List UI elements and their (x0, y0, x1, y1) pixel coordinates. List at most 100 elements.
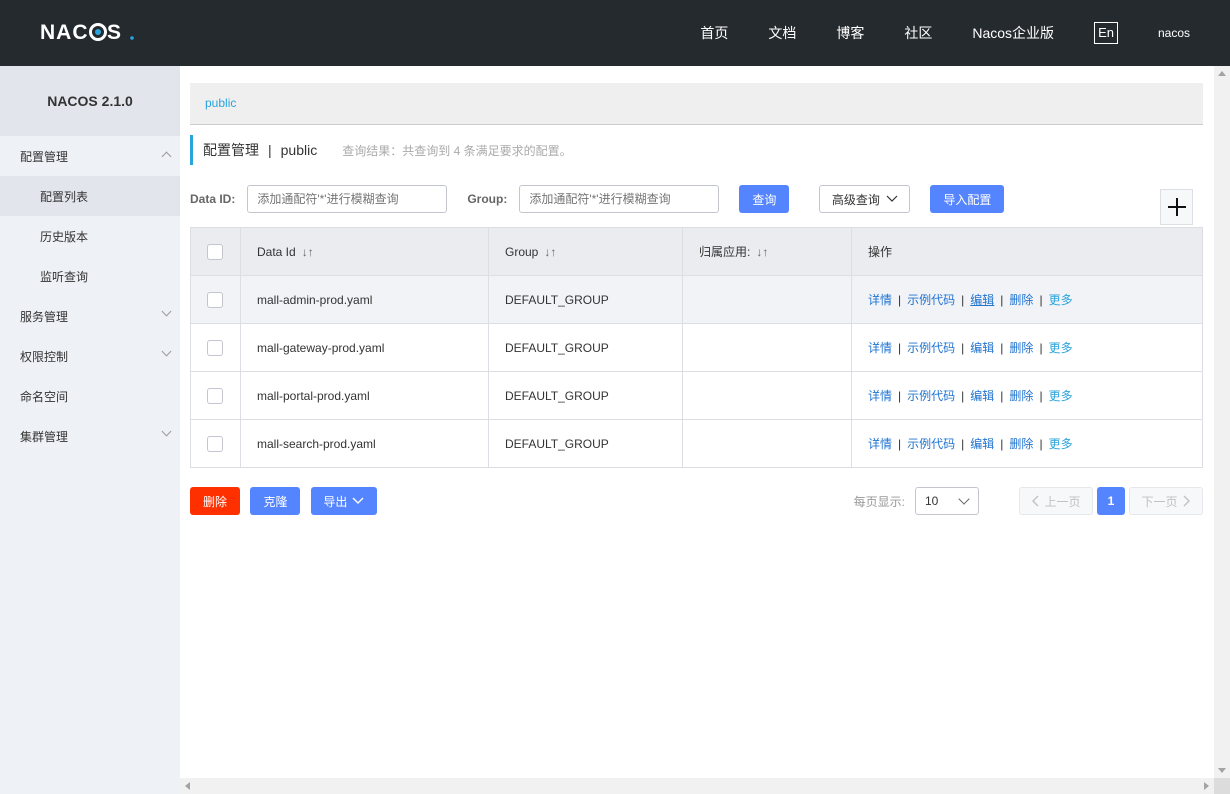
group-search-input[interactable] (519, 185, 720, 213)
ops-separator: | (1000, 341, 1004, 355)
delete-link[interactable]: 删除 (1009, 341, 1033, 355)
next-page-button[interactable]: 下一页 (1129, 487, 1203, 515)
delete-link[interactable]: 删除 (1009, 389, 1033, 403)
nacos-logo[interactable]: NAC S (40, 20, 136, 44)
detail-link[interactable]: 详情 (868, 389, 892, 403)
batch-delete-button[interactable]: 删除 (190, 487, 240, 515)
nav-docs[interactable]: 文档 (768, 23, 796, 43)
clone-button[interactable]: 克隆 (250, 487, 301, 515)
edit-link[interactable]: 编辑 (970, 341, 994, 355)
more-link[interactable]: 更多 (1049, 389, 1073, 403)
import-config-button[interactable]: 导入配置 (930, 185, 1005, 213)
delete-link[interactable]: 删除 (1009, 437, 1033, 451)
nav-community[interactable]: 社区 (904, 23, 932, 43)
chevron-right-icon (1183, 495, 1190, 507)
nav-blog[interactable]: 博客 (836, 23, 864, 43)
chevron-down-icon (161, 346, 172, 357)
row-checkbox[interactable] (207, 291, 223, 308)
language-switch-button[interactable]: En (1094, 22, 1118, 44)
edit-link[interactable]: 编辑 (970, 437, 994, 451)
cell-app (682, 323, 852, 372)
cell-ops: 详情 | 示例代码 | 编辑 | 删除 | 更多 (851, 371, 1203, 420)
row-select-cell (190, 371, 241, 420)
prev-page-label: 上一页 (1044, 494, 1081, 509)
delete-link[interactable]: 删除 (1009, 293, 1033, 307)
scroll-down-icon[interactable] (1218, 768, 1226, 773)
sidebar-item-label: 配置列表 (40, 189, 89, 204)
sample-code-link[interactable]: 示例代码 (907, 437, 955, 451)
detail-link[interactable]: 详情 (868, 293, 892, 307)
column-header-label: 归属应用: (699, 245, 751, 259)
sample-code-link[interactable]: 示例代码 (907, 293, 955, 307)
chevron-down-icon (352, 497, 364, 504)
column-header-group[interactable]: Group ↓↑ (488, 227, 683, 276)
more-link[interactable]: 更多 (1049, 437, 1073, 451)
horizontal-scrollbar[interactable] (180, 778, 1214, 794)
more-link[interactable]: 更多 (1049, 341, 1073, 355)
group-label: Group: (467, 192, 508, 206)
sidebar-item-service-management[interactable]: 服务管理 (0, 296, 180, 336)
sidebar-item-listener-query[interactable]: 监听查询 (0, 256, 180, 296)
nav-home[interactable]: 首页 (700, 23, 728, 43)
more-link[interactable]: 更多 (1049, 293, 1073, 307)
edit-link[interactable]: 编辑 (970, 293, 994, 307)
sample-code-link[interactable]: 示例代码 (907, 341, 955, 355)
ops-separator: | (1039, 293, 1043, 307)
sidebar-item-history[interactable]: 历史版本 (0, 216, 180, 256)
row-checkbox[interactable] (207, 387, 223, 404)
dataid-search-input[interactable] (247, 185, 448, 213)
sidebar-item-cluster-management[interactable]: 集群管理 (0, 416, 180, 456)
detail-link[interactable]: 详情 (868, 341, 892, 355)
sidebar-item-namespace[interactable]: 命名空间 (0, 376, 180, 416)
sample-code-link[interactable]: 示例代码 (907, 389, 955, 403)
edit-link[interactable]: 编辑 (970, 389, 994, 403)
scroll-up-icon[interactable] (1218, 71, 1226, 76)
sidebar-item-config-list[interactable]: 配置列表 (0, 176, 180, 216)
table-header-row: Data Id ↓↑ Group ↓↑ 归属应用: ↓↑ 操作 (190, 227, 1203, 276)
scroll-right-icon[interactable] (1204, 782, 1209, 790)
query-button[interactable]: 查询 (739, 185, 790, 213)
sidebar-item-label: 命名空间 (20, 389, 69, 404)
sidebar-item-config-management[interactable]: 配置管理 (0, 136, 180, 176)
add-config-button[interactable] (1160, 189, 1193, 225)
advanced-query-button[interactable]: 高级查询 (819, 185, 911, 213)
select-all-checkbox[interactable] (207, 243, 223, 260)
ops-separator: | (1039, 389, 1043, 403)
sort-icon[interactable]: ↓↑ (544, 245, 556, 259)
table-row: mall-admin-prod.yaml DEFAULT_GROUP 详情 | 示例… (190, 275, 1203, 324)
per-page-select[interactable]: 10 (915, 487, 979, 515)
user-menu[interactable]: nacos (1158, 26, 1190, 40)
prev-page-button[interactable]: 上一页 (1019, 487, 1093, 515)
sidebar-item-label: 服务管理 (20, 309, 69, 324)
column-header-dataid[interactable]: Data Id ↓↑ (240, 227, 489, 276)
config-table: Data Id ↓↑ Group ↓↑ 归属应用: ↓↑ 操作 mall-admin-… (190, 227, 1203, 468)
sort-icon[interactable]: ↓↑ (302, 245, 314, 259)
export-button[interactable]: 导出 (310, 487, 377, 515)
current-namespace: public (280, 142, 318, 158)
main-content: public 配置管理 | public 查询结果：共查询到 4 条满足要求的配… (180, 66, 1214, 778)
scroll-left-icon[interactable] (185, 782, 190, 790)
detail-link[interactable]: 详情 (868, 437, 892, 451)
sidebar-version-title: NACOS 2.1.0 (0, 66, 180, 136)
column-header-app[interactable]: 归属应用: ↓↑ (682, 227, 852, 276)
row-select-cell (190, 419, 241, 468)
nav-enterprise[interactable]: Nacos企业版 (972, 23, 1054, 43)
namespace-link-public[interactable]: public (205, 96, 236, 110)
cell-ops: 详情 | 示例代码 | 编辑 | 删除 | 更多 (851, 275, 1203, 324)
ops-separator: | (1039, 437, 1043, 451)
sidebar-item-access-control[interactable]: 权限控制 (0, 336, 180, 376)
scrollbar-corner (1214, 778, 1230, 794)
ops-separator: | (1000, 389, 1004, 403)
sidebar-item-label: 历史版本 (40, 229, 89, 244)
pagination: 每页显示: 10 上一页 1 下一页 (854, 487, 1203, 515)
select-all-cell (190, 227, 241, 276)
next-page-label: 下一页 (1141, 494, 1178, 509)
row-checkbox[interactable] (207, 435, 223, 452)
export-label: 导出 (323, 494, 348, 509)
sort-icon[interactable]: ↓↑ (756, 245, 768, 259)
top-nav: 首页 文档 博客 社区 Nacos企业版 En nacos (700, 0, 1230, 66)
chevron-down-icon (161, 306, 172, 317)
page-1-button[interactable]: 1 (1097, 487, 1125, 515)
vertical-scrollbar[interactable] (1214, 66, 1230, 778)
row-checkbox[interactable] (207, 339, 223, 356)
